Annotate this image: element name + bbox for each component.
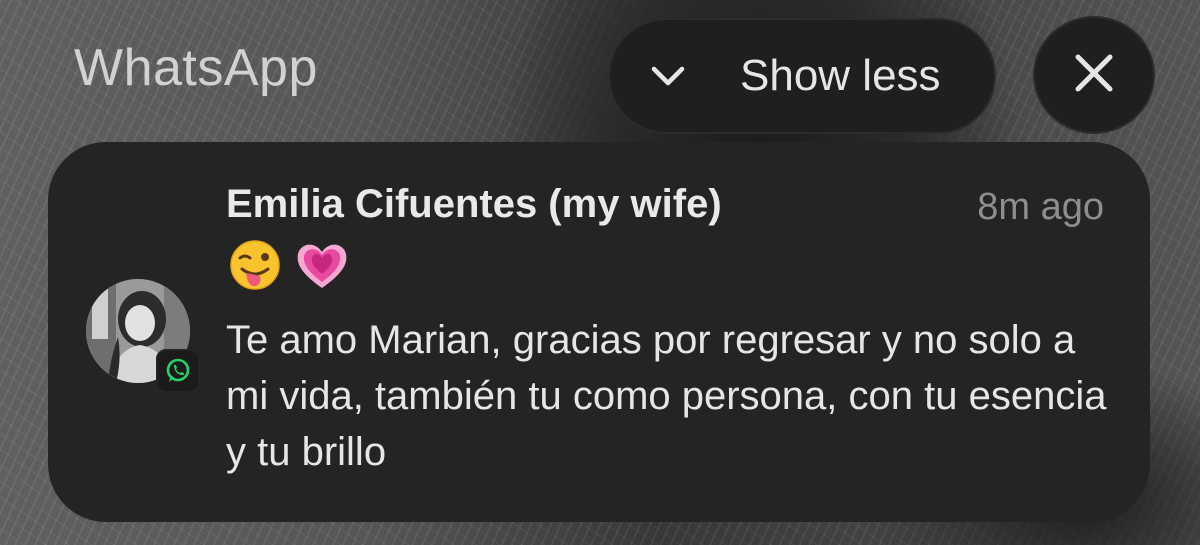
show-less-label: Show less xyxy=(740,51,941,100)
winking-face-with-tongue-emoji xyxy=(228,238,282,297)
whatsapp-icon xyxy=(156,349,200,393)
chevron-down-icon xyxy=(648,56,688,96)
sender-name: Emilia Cifuentes (my wife) xyxy=(226,182,722,226)
close-button[interactable] xyxy=(1033,16,1155,134)
emoji-row xyxy=(228,238,350,297)
timestamp: 8m ago xyxy=(977,186,1104,228)
show-less-button[interactable]: Show less xyxy=(608,18,996,134)
avatar-container xyxy=(86,279,200,393)
growing-heart-emoji xyxy=(294,238,350,297)
app-title: WhatsApp xyxy=(74,39,318,97)
close-icon xyxy=(1074,53,1114,98)
message-text: Te amo Marian, gracias por regresar y no… xyxy=(226,318,1107,474)
